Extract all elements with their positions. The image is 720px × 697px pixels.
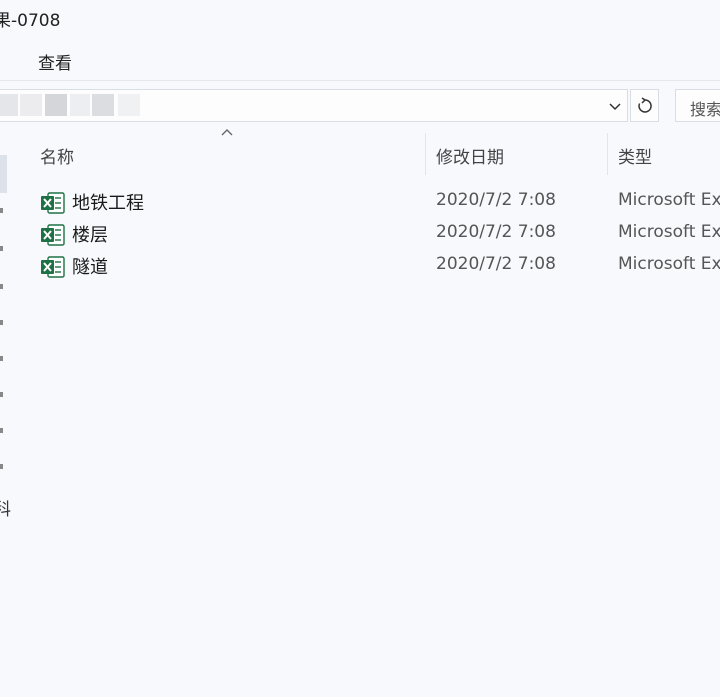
sidebar-expand-icon[interactable]	[0, 428, 3, 433]
search-input[interactable]: 搜索	[675, 89, 720, 122]
file-type: Microsoft Excel	[618, 254, 720, 274]
column-header-type[interactable]: 类型	[618, 143, 652, 168]
sidebar-expand-icon[interactable]	[0, 392, 3, 397]
file-type: Microsoft Excel	[618, 222, 720, 242]
file-row[interactable]: 地铁工程 2020/7/2 7:08 Microsoft Excel	[0, 187, 720, 217]
excel-icon	[41, 256, 65, 278]
refresh-button[interactable]	[630, 89, 659, 122]
file-row[interactable]: 楼层 2020/7/2 7:08 Microsoft Excel	[0, 219, 720, 249]
sidebar-expand-icon[interactable]	[0, 356, 3, 361]
column-header-date[interactable]: 修改日期	[436, 143, 504, 168]
file-date: 2020/7/2 7:08	[436, 222, 556, 242]
file-row[interactable]: 隧道 2020/7/2 7:08 Microsoft Excel	[0, 251, 720, 281]
file-name: 地铁工程	[72, 193, 144, 214]
ribbon-divider	[0, 80, 720, 81]
sidebar-expand-icon[interactable]	[0, 284, 3, 289]
sidebar-expand-icon[interactable]	[0, 320, 3, 325]
file-date: 2020/7/2 7:08	[436, 190, 556, 210]
chevron-down-icon	[609, 103, 621, 111]
sort-up-icon	[221, 129, 233, 136]
menu-view[interactable]: 查看	[38, 49, 72, 74]
excel-icon	[41, 224, 65, 246]
file-name: 隧道	[72, 257, 108, 278]
search-placeholder: 搜索	[690, 100, 720, 119]
sidebar-item-label[interactable]: 科	[0, 495, 11, 520]
refresh-icon	[637, 96, 652, 113]
column-header-name[interactable]: 名称	[40, 143, 74, 168]
file-type: Microsoft Excel	[618, 190, 720, 210]
blurred-breadcrumb	[0, 92, 150, 119]
sidebar-expand-icon[interactable]	[0, 464, 3, 469]
window-title: 果-0708	[0, 11, 61, 31]
address-history-button[interactable]	[604, 96, 626, 118]
file-date: 2020/7/2 7:08	[436, 254, 556, 274]
excel-icon	[41, 192, 65, 214]
address-bar[interactable]	[0, 89, 628, 122]
column-divider[interactable]	[607, 133, 608, 175]
file-name: 楼层	[72, 225, 108, 246]
column-divider[interactable]	[425, 133, 426, 175]
